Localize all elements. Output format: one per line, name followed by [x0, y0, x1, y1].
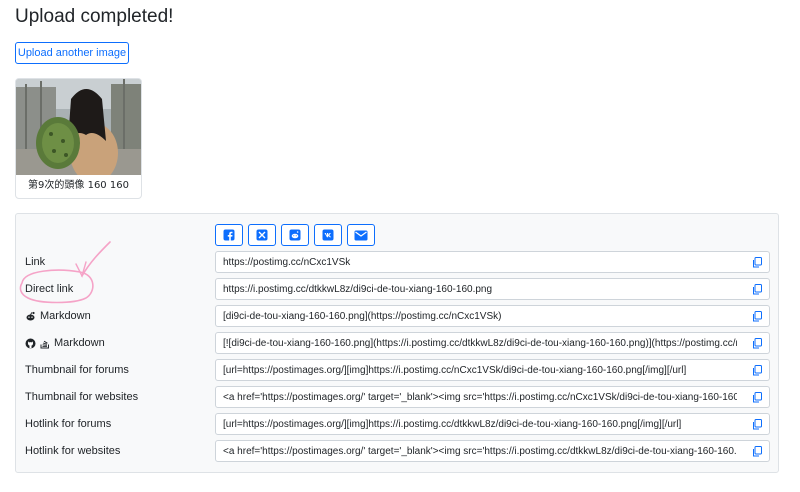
hotlink-forums-field[interactable]	[215, 413, 745, 435]
thumbnail-image[interactable]	[16, 79, 141, 175]
markdown-reddit-label: Markdown	[25, 305, 91, 327]
thumbnail-forums-row: Thumbnail for forums	[16, 359, 780, 381]
copy-thumbnail-forums-button[interactable]	[744, 359, 770, 381]
share-facebook-button[interactable]	[215, 224, 243, 246]
thumbnail-card[interactable]: 第9次的頭像 160 160	[15, 78, 142, 199]
copy-icon	[752, 364, 762, 375]
thumbnail-websites-field[interactable]	[215, 386, 745, 408]
link-row: Link	[16, 251, 780, 273]
reddit-icon	[289, 229, 301, 241]
copy-markdown-github-button[interactable]	[744, 332, 770, 354]
copy-icon	[752, 337, 762, 348]
copy-icon	[752, 445, 762, 456]
markdown-reddit-field[interactable]	[215, 305, 745, 327]
thumbnail-forums-label: Thumbnail for forums	[25, 364, 129, 376]
vk-icon	[322, 229, 334, 241]
copy-icon	[752, 418, 762, 429]
share-x-button[interactable]	[248, 224, 276, 246]
facebook-icon	[223, 229, 235, 241]
direct-link-row: Direct link	[16, 278, 780, 300]
github-icon	[25, 338, 36, 348]
markdown-github-label: Markdown	[25, 332, 105, 354]
copy-direct-link-button[interactable]	[744, 278, 770, 300]
upload-another-button[interactable]: Upload another image	[15, 42, 129, 64]
x-twitter-icon	[256, 229, 268, 241]
copy-icon	[752, 310, 762, 321]
share-buttons	[215, 224, 375, 246]
copy-hotlink-forums-button[interactable]	[744, 413, 770, 435]
markdown-github-field[interactable]	[215, 332, 745, 354]
share-links-panel: Link Direct link Markdown	[15, 213, 779, 473]
share-reddit-button[interactable]	[281, 224, 309, 246]
hotlink-websites-label: Hotlink for websites	[25, 445, 121, 457]
hotlink-websites-field[interactable]	[215, 440, 745, 462]
share-email-button[interactable]	[347, 224, 375, 246]
copy-markdown-reddit-button[interactable]	[744, 305, 770, 327]
share-vk-button[interactable]	[314, 224, 342, 246]
copy-icon	[752, 283, 762, 294]
link-label: Link	[25, 256, 46, 268]
page-title: Upload completed!	[15, 6, 174, 27]
thumbnail-forums-field[interactable]	[215, 359, 745, 381]
copy-link-button[interactable]	[744, 251, 770, 273]
thumbnail-websites-label: Thumbnail for websites	[25, 391, 139, 403]
hotlink-forums-row: Hotlink for forums	[16, 413, 780, 435]
hotlink-websites-row: Hotlink for websites	[16, 440, 780, 462]
copy-hotlink-websites-button[interactable]	[744, 440, 770, 462]
copy-icon	[752, 391, 762, 402]
thumbnail-websites-row: Thumbnail for websites	[16, 386, 780, 408]
thumbnail-caption: 第9次的頭像 160 160	[28, 180, 129, 191]
copy-thumbnail-websites-button[interactable]	[744, 386, 770, 408]
reddit-icon	[26, 311, 35, 320]
direct-link-field[interactable]	[215, 278, 745, 300]
email-icon	[354, 230, 368, 240]
stack-icon	[40, 340, 49, 348]
markdown-github-row: Markdown	[16, 332, 780, 354]
hotlink-forums-label: Hotlink for forums	[25, 418, 112, 430]
link-field[interactable]	[215, 251, 745, 273]
direct-link-label: Direct link	[25, 283, 74, 295]
copy-icon	[752, 256, 762, 267]
markdown-reddit-row: Markdown	[16, 305, 780, 327]
